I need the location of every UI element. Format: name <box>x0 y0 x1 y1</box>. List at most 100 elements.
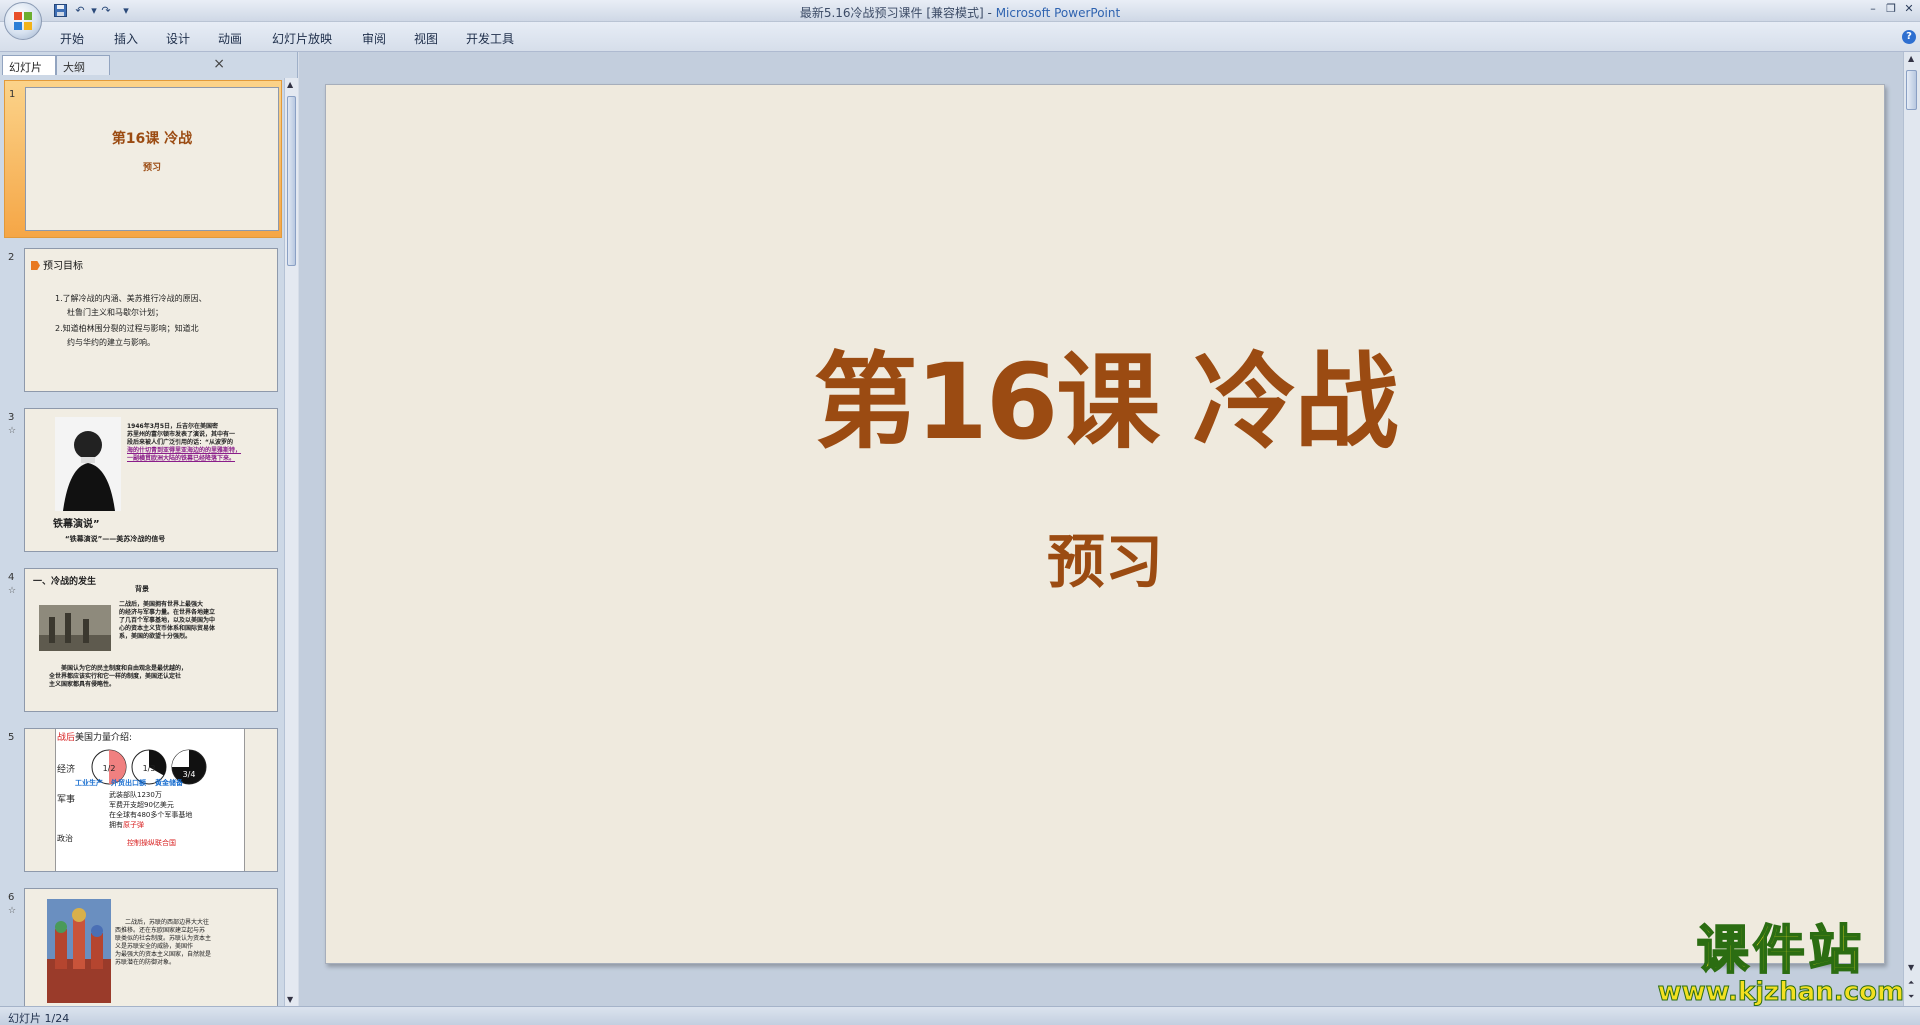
pie-label: 1/2 <box>103 764 116 773</box>
slide-number: 4 <box>8 572 15 583</box>
previous-slide-icon[interactable]: ⏶ <box>1908 978 1914 988</box>
slide-thumbnail-2[interactable]: 2 预习目标 1.了解冷战的内涵、美苏推行冷战的原因、 杜鲁门主义和马歇尔计划；… <box>4 244 282 394</box>
thumb-label-military: 军事 <box>57 795 76 805</box>
thumb-heading: 战后美国力量介绍: <box>57 733 133 743</box>
panel-close-icon[interactable]: × <box>213 56 225 72</box>
help-icon[interactable]: ? <box>1902 30 1916 44</box>
thumb-text-line: 段后来被人们广泛引用的话：“从波罗的 <box>127 439 233 446</box>
slides-panel: 幻灯片 大纲 × 1 第16课 冷战 预习 2 预习目标 1.了解冷战的内涵、美… <box>0 52 298 1006</box>
slide-thumbnail-4[interactable]: 4 ☆ 一、冷战的发生 背景 二战后，美国拥有世界上最强大 的经济与军事力量。在… <box>4 564 282 714</box>
tab-slides[interactable]: 幻灯片 <box>2 55 56 75</box>
thumb-text-line: 为最强大的资本主义国家，自然就是 <box>115 951 212 958</box>
thumb-text-line: 西推移。还在东欧国家建立起与苏 <box>115 927 206 934</box>
pie-icons: 1/2 1/3 3/4 <box>91 749 207 785</box>
thumb-text-line: 杜鲁门主义和马歇尔计划； <box>67 308 163 317</box>
thumb-text-line: 义是苏联安全的威胁，美国作 <box>115 943 194 950</box>
pie-caption: 工业生产 <box>75 779 103 787</box>
scroll-down-icon[interactable]: ▼ <box>287 995 293 1004</box>
thumb-text-line: 的经济与军事力量。在世界各地建立 <box>119 609 216 616</box>
pie-label: 3/4 <box>183 770 196 779</box>
thumb-heading: 一、冷战的发生 <box>33 577 97 587</box>
thumb-subtitle: 预习 <box>142 163 161 173</box>
tab-animation[interactable]: 动画 <box>218 30 242 47</box>
site-watermark: 课件站 www.kjzhan.com <box>1657 921 1904 1007</box>
thumb-text-line: 约与华约的建立与影响。 <box>67 338 155 347</box>
thumb-title: 第16课 冷战 <box>111 131 193 147</box>
scroll-up-icon[interactable]: ▲ <box>1908 54 1914 63</box>
tab-home[interactable]: 开始 <box>60 30 84 47</box>
close-icon[interactable]: ✕ <box>1900 2 1918 18</box>
slide-thumbnail-6[interactable]: 6 ☆ 二战后，苏联的西部边界大大往 西推移。还在东欧国家建立起与苏 联类似的社… <box>4 884 282 1006</box>
ribbon-tabs: 开始 插入 设计 动画 幻灯片放映 审阅 视图 开发工具 ? <box>0 22 1920 52</box>
animation-star-icon: ☆ <box>8 906 17 916</box>
portrait-image <box>55 417 121 511</box>
slide-number: 1 <box>9 89 16 100</box>
tab-review[interactable]: 审阅 <box>362 30 386 47</box>
tab-view[interactable]: 视图 <box>414 30 438 47</box>
slide-preview: 第16课 冷战 预习 <box>25 87 279 231</box>
slide-preview: 一、冷战的发生 背景 二战后，美国拥有世界上最强大 的经济与军事力量。在世界各地… <box>24 568 278 712</box>
thumb-text-line: 1.了解冷战的内涵、美苏推行冷战的原因、 <box>55 294 207 303</box>
pie-label: 1/3 <box>143 764 156 773</box>
kremlin-photo <box>47 899 111 1003</box>
thumb-text-line: 心的资本主义货币体系和国际贸易体 <box>119 625 216 632</box>
slide-number: 3 <box>8 412 15 423</box>
slide-canvas[interactable]: 第16课 冷战 预习 <box>325 84 1885 964</box>
slide-count-status: 幻灯片 1/24 <box>8 1012 70 1025</box>
watermark-name: 课件站 <box>1696 921 1865 981</box>
thumb-text-line: 武装部队1230万 <box>109 791 162 799</box>
thumb-text-line: 军费开支超90亿美元 <box>109 801 174 809</box>
tab-insert[interactable]: 插入 <box>114 30 138 47</box>
scroll-down-icon[interactable]: ▼ <box>1908 963 1914 972</box>
office-button[interactable] <box>4 2 42 40</box>
thumb-text-line: 主义国家都具有侵略性。 <box>49 681 116 688</box>
scroll-thumb[interactable] <box>287 96 296 266</box>
slide-thumbnail-5[interactable]: 5 战后美国力量介绍: 经济 1/2 1/3 3/4 工业生产 外贸出口额 黄金… <box>4 724 282 874</box>
scroll-up-icon[interactable]: ▲ <box>287 80 293 89</box>
thumb-caption: 铁幕演说” <box>53 519 100 530</box>
editor-scrollbar[interactable]: ▲ ▼ ⏶ ⏷ <box>1903 52 1920 1006</box>
thumbnail-scrollbar[interactable]: ▲ ▼ <box>284 78 298 1006</box>
thumb-subcaption: “铁幕演说”——美苏冷战的信号 <box>65 535 166 543</box>
tab-developer[interactable]: 开发工具 <box>466 30 514 47</box>
scroll-thumb[interactable] <box>1906 70 1917 110</box>
tab-outline[interactable]: 大纲 <box>56 55 110 75</box>
thumb-text-line: 2.知道柏林围分裂的过程与影响；知道北 <box>55 324 199 333</box>
thumb-text-line: 系，美国的欲望十分强烈。 <box>119 633 192 640</box>
slide-thumbnail-list: 1 第16课 冷战 预习 2 预习目标 1.了解冷战的内涵、美苏推行冷战的原因、… <box>0 78 282 1006</box>
thumb-label-economy: 经济 <box>57 765 76 775</box>
thumb-text-line: 全世界都应该实行和它一样的制度，美国还认定社 <box>49 673 182 680</box>
slide-editor: 第16课 冷战 预习 <box>299 52 1903 1006</box>
thumb-text-line: 苏里州的富尔顿市发表了演说，其中有一 <box>127 431 236 438</box>
soldiers-photo <box>39 605 111 651</box>
thumb-text-line: 在全球有480多个军事基地 <box>109 811 193 819</box>
slide-number: 6 <box>8 892 15 903</box>
office-logo-icon <box>14 12 32 30</box>
status-bar: 幻灯片 1/24 <box>0 1006 1920 1025</box>
slide-thumbnail-1[interactable]: 1 第16课 冷战 预习 <box>4 80 282 238</box>
thumb-text-line: 海的什切青到亚得里亚海边的的里雅斯特， <box>127 447 242 454</box>
slide-preview: 预习目标 1.了解冷战的内涵、美苏推行冷战的原因、 杜鲁门主义和马歇尔计划； 2… <box>24 248 278 392</box>
next-slide-icon[interactable]: ⏷ <box>1908 992 1914 1002</box>
thumb-label-politics: 政治 <box>57 834 73 843</box>
slide-preview: 战后美国力量介绍: 经济 1/2 1/3 3/4 工业生产 外贸出口额 黄金储备 <box>24 728 278 872</box>
tab-slideshow[interactable]: 幻灯片放映 <box>272 30 332 47</box>
thumb-label: 背景 <box>135 585 149 593</box>
tab-design[interactable]: 设计 <box>166 30 190 47</box>
thumb-text-line: 一副横贯欧洲大陆的铁幕已经降落下来。 <box>127 455 236 462</box>
slide-number: 5 <box>8 732 15 743</box>
slide-preview: 1946年3月5日，丘吉尔在美国密 苏里州的富尔顿市发表了演说，其中有一 段后来… <box>24 408 278 552</box>
thumb-text-line: 美国认为它的民主制度和自由观念是最优越的， <box>61 665 188 672</box>
pie-caption: 外贸出口额 <box>111 779 146 787</box>
minimize-icon[interactable]: – <box>1864 2 1882 18</box>
thumb-text-line: 拥有原子弹 <box>109 821 144 829</box>
restore-icon[interactable]: ❐ <box>1882 2 1900 18</box>
animation-star-icon: ☆ <box>8 586 17 596</box>
slide-subtitle[interactable]: 预习 <box>326 515 1884 599</box>
watermark-url: www.kjzhan.com <box>1657 977 1904 1007</box>
slide-thumbnail-3[interactable]: 3 ☆ 1946年3月5日，丘吉尔在美国密 苏里州的富尔顿市发表了演说，其中有一… <box>4 404 282 554</box>
thumb-heading: 预习目标 <box>31 257 83 272</box>
pie-caption: 黄金储备 <box>155 779 183 787</box>
slide-number: 2 <box>8 252 15 263</box>
slide-title[interactable]: 第16课 冷战 <box>326 317 1884 468</box>
